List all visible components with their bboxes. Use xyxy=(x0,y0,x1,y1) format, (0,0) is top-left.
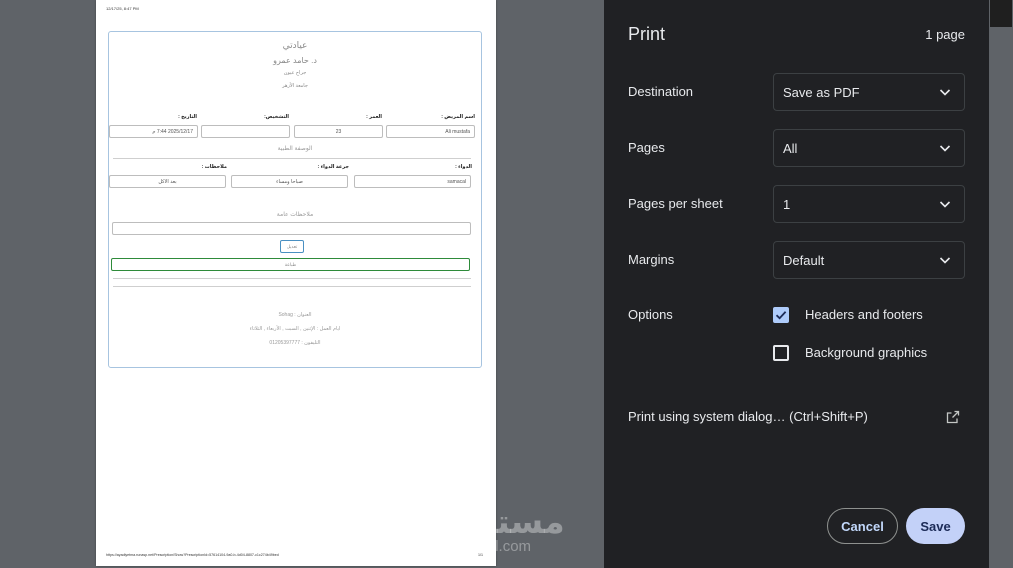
patient-name-label: اسم المريض : xyxy=(441,114,475,120)
pages-per-sheet-select[interactable]: 1 xyxy=(773,185,965,223)
chevron-down-icon xyxy=(939,145,951,152)
scrollbar-thumb[interactable] xyxy=(990,0,1012,27)
pages-per-sheet-value: 1 xyxy=(783,196,791,212)
destination-value: Save as PDF xyxy=(783,84,860,100)
clinic-address: العنوان : Sohag xyxy=(278,312,312,318)
notes-label: ملاحظات : xyxy=(201,164,227,170)
save-button[interactable]: Save xyxy=(906,508,965,544)
patient-name-field: Ali mustafa xyxy=(386,125,475,138)
chevron-down-icon xyxy=(939,257,951,264)
dose-label: جرعة الدواء : xyxy=(317,164,349,170)
cancel-button[interactable]: Cancel xyxy=(827,508,898,544)
margins-label: Margins xyxy=(628,252,675,267)
print-preview-area: 12/17/25, 8:47 PM عيادتي د. حامد عمرو جر… xyxy=(0,0,604,568)
notes-field: بعد الاكل xyxy=(109,175,226,188)
edit-button: تعديل xyxy=(280,240,304,253)
general-notes-title: ملاحظات عامة xyxy=(276,212,314,218)
pages-per-sheet-label: Pages per sheet xyxy=(628,196,723,211)
age-label: العمر : xyxy=(366,114,382,120)
prescription-section-title: الوصفة الطبية xyxy=(277,146,313,152)
destination-label: Destination xyxy=(628,84,694,99)
margins-value: Default xyxy=(783,252,825,268)
footer-divider-bottom xyxy=(113,286,471,287)
footer-divider-top xyxy=(113,278,471,279)
doctor-university: جامعة الأزهر xyxy=(282,83,308,89)
checkbox-checked-icon xyxy=(775,311,787,320)
diagnosis-label: التشخيص: xyxy=(264,114,289,120)
doctor-specialty: جراح عيون xyxy=(283,70,307,76)
background-graphics-label[interactable]: Background graphics xyxy=(805,345,927,360)
options-label: Options xyxy=(628,307,673,322)
date-field: 2025/12/17 7:44 م xyxy=(109,125,198,138)
system-dialog-link[interactable]: Print using system dialog… (Ctrl+Shift+P… xyxy=(628,409,868,424)
prescription-card: عيادتي د. حامد عمرو جراح عيون جامعة الأز… xyxy=(108,31,482,368)
chevron-down-icon xyxy=(939,201,951,208)
print-button: طباعة xyxy=(111,258,470,271)
print-settings-panel: Print 1 page Destination Save as PDF Pag… xyxy=(604,0,989,568)
clinic-work-days: ايام العمل : الإثنين , السبت , الأربعاء … xyxy=(249,326,341,332)
destination-select[interactable]: Save as PDF xyxy=(773,73,965,111)
age-field: 23 xyxy=(294,125,383,138)
diagnosis-field xyxy=(201,125,290,138)
clinic-name: عيادتي xyxy=(282,40,308,50)
dose-field: صباحا ومساء xyxy=(231,175,348,188)
pages-value: All xyxy=(783,140,798,156)
headers-footers-label[interactable]: Headers and footers xyxy=(805,307,923,322)
section-divider xyxy=(113,158,471,159)
margins-select[interactable]: Default xyxy=(773,241,965,279)
page-count: 1 page xyxy=(925,27,965,42)
headers-footers-checkbox[interactable] xyxy=(773,307,789,323)
drug-field: samacal xyxy=(354,175,471,188)
open-in-new-icon[interactable] xyxy=(946,410,960,424)
pages-label: Pages xyxy=(628,140,665,155)
watermark-arabic: مستقل xyxy=(444,503,566,540)
scrollbar-track[interactable] xyxy=(989,0,1013,568)
preview-page: 12/17/25, 8:47 PM عيادتي د. حامد عمرو جر… xyxy=(96,0,496,566)
background-graphics-checkbox[interactable] xyxy=(773,345,789,361)
clinic-phone: التليفون : 01205397777 xyxy=(269,340,321,346)
page-header-date: 12/17/25, 8:47 PM xyxy=(106,6,139,11)
drug-label: الدواء : xyxy=(455,164,472,170)
date-label: التاريخ : xyxy=(178,114,197,120)
chevron-down-icon xyxy=(939,89,951,96)
mostaql-watermark: مستقل mostaql.com xyxy=(440,500,570,560)
doctor-name: د. حامد عمرو xyxy=(273,56,317,65)
pages-select[interactable]: All xyxy=(773,129,965,167)
print-title: Print xyxy=(628,24,666,44)
general-notes-field xyxy=(112,222,471,235)
watermark-latin: mostaql.com xyxy=(446,538,532,555)
page-footer-url: https://ayadiyetma.runasp.net/Prescripti… xyxy=(106,553,279,557)
